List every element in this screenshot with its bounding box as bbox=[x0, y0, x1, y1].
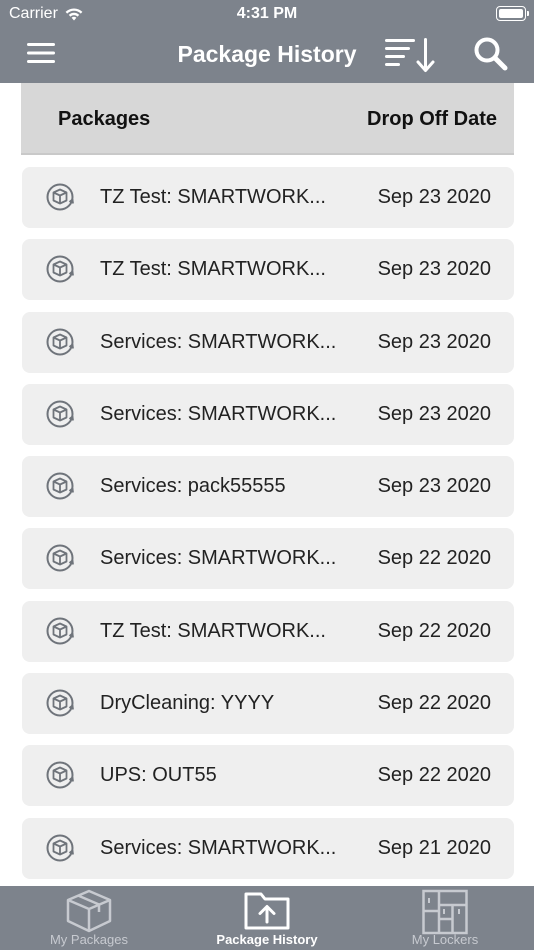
package-row[interactable]: Services: SMARTWORK... Sep 23 2020 bbox=[22, 383, 514, 445]
packages-column-label: Packages bbox=[58, 108, 151, 130]
package-history-icon bbox=[45, 833, 75, 863]
lockers-icon bbox=[422, 889, 468, 935]
package-history-icon bbox=[45, 327, 75, 357]
package-name: Services: SMARTWORK... bbox=[100, 836, 337, 859]
package-history-icon bbox=[45, 182, 75, 212]
drop-off-date: Sep 22 2020 bbox=[377, 692, 491, 715]
tab-package-history[interactable]: Package History bbox=[178, 886, 356, 950]
folder-upload-icon bbox=[244, 892, 290, 930]
package-row[interactable]: TZ Test: SMARTWORK... Sep 23 2020 bbox=[22, 239, 514, 301]
package-name: TZ Test: SMARTWORK... bbox=[100, 258, 326, 281]
drop-off-date: Sep 23 2020 bbox=[377, 475, 491, 498]
drop-off-date: Sep 23 2020 bbox=[377, 258, 491, 281]
package-name: Services: SMARTWORK... bbox=[100, 402, 337, 425]
top-header: Carrier 4:31 PM Package History bbox=[0, 0, 534, 83]
drop-off-date: Sep 23 2020 bbox=[377, 402, 491, 425]
package-row[interactable]: Services: SMARTWORK... Sep 23 2020 bbox=[22, 311, 514, 373]
package-row[interactable]: Services: SMARTWORK... Sep 21 2020 bbox=[22, 817, 514, 879]
package-history-icon bbox=[45, 399, 75, 429]
search-icon bbox=[474, 37, 508, 71]
package-name: TZ Test: SMARTWORK... bbox=[100, 186, 326, 208]
battery-icon bbox=[496, 6, 529, 21]
package-history-icon bbox=[45, 471, 75, 501]
package-history-icon bbox=[45, 760, 75, 790]
package-history-icon bbox=[45, 254, 75, 284]
package-name: Services: SMARTWORK... bbox=[100, 330, 337, 353]
package-row[interactable]: TZ Test: SMARTWORK... Sep 22 2020 bbox=[22, 600, 514, 662]
tab-my-lockers[interactable]: My Lockers bbox=[356, 886, 534, 950]
tab-label-my-packages: My Packages bbox=[49, 932, 129, 947]
drop-off-date-column-label: Drop Off Date bbox=[367, 108, 497, 130]
sort-button[interactable] bbox=[380, 32, 440, 76]
drop-off-date: Sep 22 2020 bbox=[377, 547, 491, 570]
package-row[interactable]: UPS: OUT55 Sep 22 2020 bbox=[22, 745, 514, 807]
sort-descending-icon bbox=[385, 38, 435, 72]
drop-off-date: Sep 22 2020 bbox=[377, 619, 491, 642]
page-title: Package History bbox=[177, 41, 357, 67]
package-history-icon bbox=[45, 616, 75, 646]
tab-label-my-lockers: My Lockers bbox=[411, 932, 479, 947]
package-row[interactable]: Services: SMARTWORK... Sep 22 2020 bbox=[22, 528, 514, 590]
bottom-tab-bar: My Packages Package History My Lockers bbox=[0, 886, 534, 950]
package-name: Services: SMARTWORK... bbox=[100, 547, 337, 570]
drop-off-date: Sep 21 2020 bbox=[377, 836, 491, 859]
package-row[interactable]: Services: pack55555 Sep 23 2020 bbox=[22, 456, 514, 518]
package-history-icon bbox=[45, 543, 75, 573]
package-row[interactable]: DryCleaning: YYYY Sep 22 2020 bbox=[22, 673, 514, 735]
tab-label-package-history: Package History bbox=[216, 932, 318, 947]
status-time: 4:31 PM bbox=[236, 5, 298, 22]
drop-off-date: Sep 22 2020 bbox=[377, 764, 491, 787]
package-name: UPS: OUT55 bbox=[100, 764, 217, 787]
app-screen: Carrier 4:31 PM Package History Packages… bbox=[0, 0, 534, 950]
package-name: DryCleaning: YYYY bbox=[100, 692, 275, 715]
package-history-icon bbox=[45, 688, 75, 718]
tab-my-packages[interactable]: My Packages bbox=[0, 886, 178, 950]
package-name: Services: pack55555 bbox=[100, 475, 286, 498]
package-box-icon bbox=[66, 889, 112, 933]
package-name: TZ Test: SMARTWORK... bbox=[100, 619, 326, 642]
navigation-bar: Package History bbox=[0, 28, 534, 83]
package-row[interactable]: TZ Test: SMARTWORK... Sep 23 2020 bbox=[22, 167, 514, 228]
drop-off-date: Sep 23 2020 bbox=[377, 330, 491, 353]
list-column-header: Packages Drop Off Date bbox=[21, 83, 514, 155]
search-button[interactable] bbox=[466, 32, 516, 76]
hamburger-menu-icon bbox=[27, 43, 55, 63]
status-bar: Carrier 4:31 PM bbox=[0, 0, 534, 28]
drop-off-date: Sep 23 2020 bbox=[377, 186, 491, 208]
package-history-list: TZ Test: SMARTWORK... Sep 23 2020 TZ Test:… bbox=[22, 167, 514, 890]
menu-button[interactable] bbox=[22, 34, 60, 72]
